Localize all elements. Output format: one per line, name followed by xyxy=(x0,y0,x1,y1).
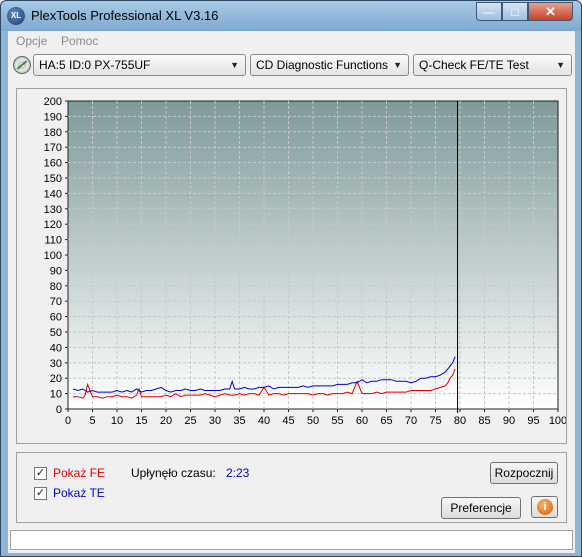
x-tick-label: 15 xyxy=(135,415,147,427)
y-tick-label: 140 xyxy=(44,188,62,200)
x-tick-label: 30 xyxy=(209,415,221,427)
app-window: XL PlexTools Professional XL V3.16 — □ ✕… xyxy=(0,0,582,557)
chevron-down-icon: ▼ xyxy=(393,60,402,70)
x-tick-label: 75 xyxy=(429,415,441,427)
y-tick-label: 90 xyxy=(50,265,62,277)
menu-options[interactable]: Opcje xyxy=(16,34,47,48)
info-icon: i xyxy=(537,499,553,515)
show-fe-label: Pokaż FE xyxy=(53,466,106,480)
x-tick-label: 20 xyxy=(160,415,172,427)
preferences-button[interactable]: Preferencje xyxy=(441,497,521,519)
chart-panel: 0 10 20 30 40 50 60 70 80 90 100 110 120 130 140 150 160… xyxy=(16,88,567,444)
fe-te-chart: 0102030405060708090100110120130140150160… xyxy=(44,96,566,427)
menu-bar: Opcje Pomoc xyxy=(8,31,575,50)
start-button[interactable]: Rozpocznij xyxy=(490,462,558,484)
x-tick-label: 55 xyxy=(331,415,343,427)
test-select[interactable]: Q-Check FE/TE Test ▼ xyxy=(413,54,572,76)
x-tick-label: 40 xyxy=(258,415,270,427)
x-tick-label: 50 xyxy=(307,415,319,427)
chevron-down-icon: ▼ xyxy=(230,60,239,70)
y-tick-label: 170 xyxy=(44,142,62,154)
x-tick-label: 80 xyxy=(454,415,466,427)
elapsed-time-value: 2:23 xyxy=(226,466,250,480)
minimize-button[interactable]: — xyxy=(476,2,502,21)
x-tick-label: 95 xyxy=(527,415,539,427)
close-button[interactable]: ✕ xyxy=(528,2,573,21)
y-tick-label: 200 xyxy=(44,96,62,108)
y-tick-label: 60 xyxy=(50,312,62,324)
drive-select[interactable]: HA:5 ID:0 PX-755UF ▼ xyxy=(33,54,246,76)
x-tick-label: 90 xyxy=(503,415,515,427)
y-tick-label: 190 xyxy=(44,111,62,123)
te-check-icon[interactable]: ✓ xyxy=(34,486,47,500)
function-select-value: CD Diagnostic Functions xyxy=(256,58,389,72)
fe-check-icon[interactable]: ✓ xyxy=(34,466,47,480)
show-fe-checkbox[interactable]: ✓ Pokaż FE xyxy=(34,465,105,481)
app-logo-icon: XL xyxy=(7,7,25,25)
elapsed-time-label: Upłynęło czasu: xyxy=(131,466,216,480)
x-tick-label: 35 xyxy=(233,415,245,427)
client-area: Opcje Pomoc HA:5 ID:0 PX-755UF ▼ CD Diag… xyxy=(8,31,575,553)
x-tick-label: 45 xyxy=(282,415,294,427)
x-tick-label: 25 xyxy=(184,415,196,427)
y-tick-label: 150 xyxy=(44,173,62,185)
x-tick-label: 65 xyxy=(380,415,392,427)
y-tick-label: 40 xyxy=(50,342,62,354)
status-bar xyxy=(10,530,573,550)
y-tick-label: 50 xyxy=(50,327,62,339)
y-tick-label: 30 xyxy=(50,358,62,370)
x-tick-label: 0 xyxy=(65,415,71,427)
y-tick-label: 70 xyxy=(50,296,62,308)
function-select[interactable]: CD Diagnostic Functions ▼ xyxy=(250,54,409,76)
x-tick-label: 70 xyxy=(405,415,417,427)
y-tick-label: 0 xyxy=(56,404,62,416)
x-tick-label: 10 xyxy=(111,415,123,427)
x-tick-label: 60 xyxy=(356,415,368,427)
test-select-value: Q-Check FE/TE Test xyxy=(419,58,529,72)
y-tick-label: 160 xyxy=(44,158,62,170)
title-bar[interactable]: XL PlexTools Professional XL V3.16 — □ ✕ xyxy=(1,1,581,31)
x-tick-label: 100 xyxy=(549,415,566,427)
menu-help[interactable]: Pomoc xyxy=(61,34,98,48)
drive-select-value: HA:5 ID:0 PX-755UF xyxy=(39,58,151,72)
window-title: PlexTools Professional XL V3.16 xyxy=(31,8,219,23)
y-tick-label: 100 xyxy=(44,250,62,262)
maximize-button[interactable]: □ xyxy=(502,2,528,21)
y-tick-label: 10 xyxy=(50,389,62,401)
toolbar: HA:5 ID:0 PX-755UF ▼ CD Diagnostic Funct… xyxy=(8,51,575,79)
x-tick-label: 85 xyxy=(478,415,490,427)
y-tick-label: 120 xyxy=(44,219,62,231)
y-tick-label: 80 xyxy=(50,281,62,293)
y-tick-label: 20 xyxy=(50,373,62,385)
x-tick-label: 5 xyxy=(89,415,95,427)
chevron-down-icon: ▼ xyxy=(556,60,565,70)
y-tick-label: 130 xyxy=(44,204,62,216)
show-te-checkbox[interactable]: ✓ Pokaż TE xyxy=(34,485,105,501)
y-tick-label: 110 xyxy=(44,235,62,247)
show-te-label: Pokaż TE xyxy=(53,486,105,500)
y-tick-label: 180 xyxy=(44,127,62,139)
cd-drive-icon xyxy=(13,56,31,74)
info-button[interactable]: i xyxy=(531,496,558,518)
